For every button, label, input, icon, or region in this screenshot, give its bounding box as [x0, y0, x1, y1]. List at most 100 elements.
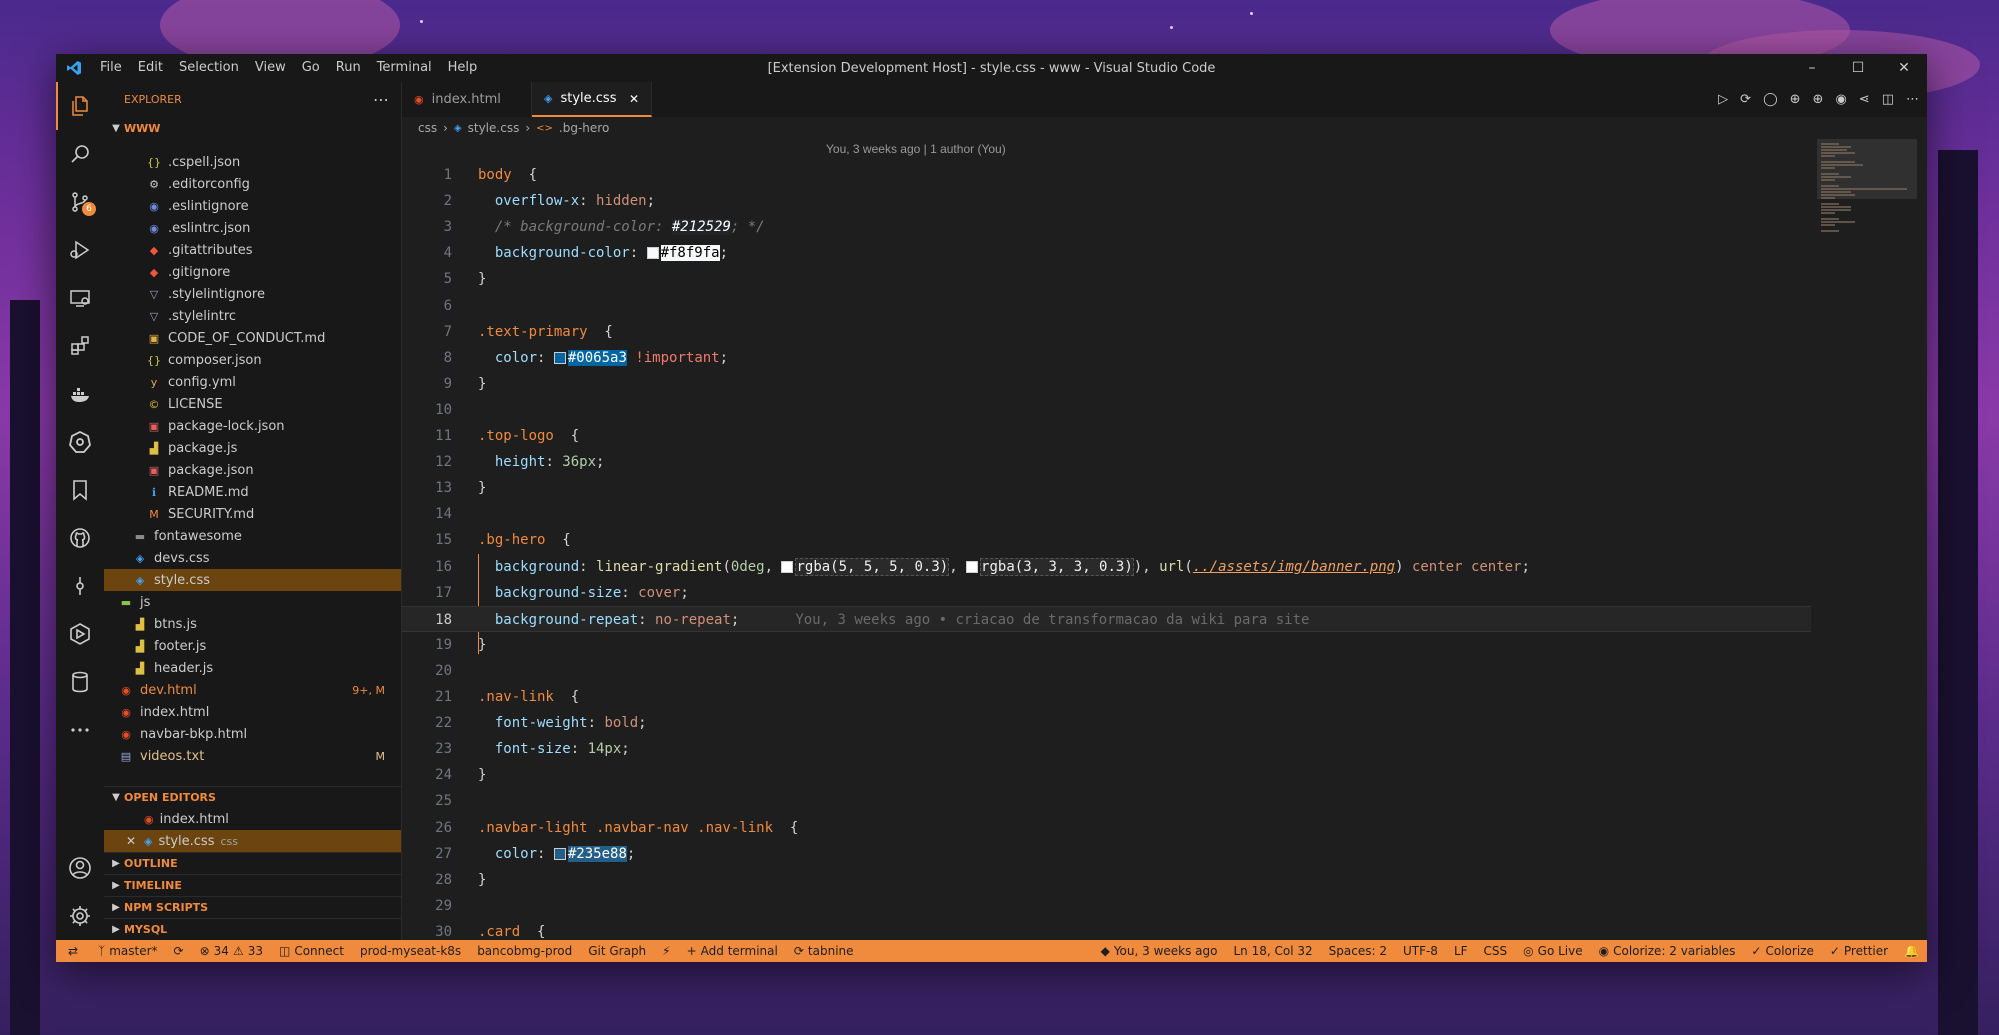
sync-status[interactable]: ⟳	[166, 944, 192, 958]
github-icon[interactable]	[56, 514, 104, 562]
file-tree-item[interactable]: ◈ devs.css	[104, 547, 401, 569]
menu-selection[interactable]: Selection	[171, 54, 247, 82]
file-tree-item[interactable]: ▽ .stylelintignore	[104, 283, 401, 305]
open-editors-header[interactable]: ▼ OPEN EDITORS	[104, 786, 401, 808]
menu-terminal[interactable]: Terminal	[369, 54, 440, 82]
kubernetes-icon[interactable]	[56, 418, 104, 466]
source-control-icon[interactable]: 6	[56, 178, 104, 226]
open-editor-item[interactable]: ✕ ◈ style.css css	[104, 830, 401, 852]
bookmarks-icon[interactable]	[56, 466, 104, 514]
file-tree-item[interactable]: ▤ videos.txt M	[104, 745, 401, 767]
code-line[interactable]: 9}	[402, 371, 1811, 397]
run-debug-icon[interactable]	[56, 226, 104, 274]
minimize-button[interactable]: –	[1789, 54, 1835, 82]
colorize-vars[interactable]: ◉ Colorize: 2 variables	[1591, 944, 1744, 958]
file-tree-item[interactable]: ▣ package-lock.json	[104, 415, 401, 437]
file-tree-item[interactable]: ◉ .eslintrc.json	[104, 217, 401, 239]
cloud-project[interactable]: bancobmg-prod	[469, 944, 580, 958]
code-line[interactable]: 5}	[402, 266, 1811, 292]
lightning-status[interactable]: ⚡	[654, 944, 678, 958]
code-line[interactable]: 17 background-size: cover;	[402, 580, 1811, 606]
code-line[interactable]: 11 .top-logo {	[402, 423, 1811, 449]
docker-icon[interactable]	[56, 370, 104, 418]
file-tree-item[interactable]: ▽ .stylelintrc	[104, 305, 401, 327]
go-live[interactable]: ◎ Go Live	[1515, 944, 1590, 958]
encoding[interactable]: UTF-8	[1395, 944, 1446, 958]
code-line[interactable]: 13}	[402, 475, 1811, 501]
code-line[interactable]: 22 font-weight: bold;	[402, 710, 1811, 736]
code-line[interactable]: 6	[402, 293, 1811, 319]
file-tree-item[interactable]: ▣ package.json	[104, 459, 401, 481]
code-line[interactable]: 20	[402, 658, 1811, 684]
tab-style-css[interactable]: ◈ style.css ✕	[532, 82, 652, 117]
code-line[interactable]: 12 height: 36px;	[402, 449, 1811, 475]
add-terminal[interactable]: + Add terminal	[679, 944, 786, 958]
file-tree-item[interactable]: ▟ header.js	[104, 657, 401, 679]
settings-gear-icon[interactable]	[56, 892, 104, 940]
code-line[interactable]: 3 /* background-color: #212529; */	[402, 214, 1811, 240]
open-changes-icon[interactable]: ⟳	[1740, 92, 1751, 107]
file-tree-item[interactable]: ▬ fontawesome	[104, 525, 401, 547]
account-icon[interactable]	[56, 844, 104, 892]
notifications[interactable]: 🔔	[1896, 944, 1927, 958]
section-outline[interactable]: ▶ OUTLINE	[104, 852, 401, 874]
file-tree-item[interactable]: ◉ dev.html 9+, M	[104, 679, 401, 701]
minimap-slider[interactable]	[1817, 139, 1917, 199]
menu-view[interactable]: View	[247, 54, 294, 82]
code-line[interactable]: 29	[402, 893, 1811, 919]
file-tree-item[interactable]: ◆ .gitattributes	[104, 239, 401, 261]
code-line[interactable]: 19}	[402, 632, 1811, 658]
close-tab-icon[interactable]: ✕	[629, 92, 639, 106]
file-tree-item[interactable]: ◈ style.css	[104, 569, 401, 591]
file-tree-item[interactable]: ⚙ .editorconfig	[104, 173, 401, 195]
file-tree-item[interactable]: ▣ CODE_OF_CONDUCT.md	[104, 327, 401, 349]
menu-run[interactable]: Run	[328, 54, 369, 82]
run-icon[interactable]: ▷	[1718, 92, 1728, 107]
open-editor-item[interactable]: ◉ index.html	[104, 808, 401, 830]
code-line[interactable]: 4 background-color: #f8f9fa;	[402, 240, 1811, 266]
file-tree-item[interactable]: ◉ navbar-bkp.html	[104, 723, 401, 745]
color-swatch-icon[interactable]	[781, 560, 794, 573]
colorize[interactable]: ✓ Colorize	[1743, 944, 1821, 958]
blame-status[interactable]: ◆ You, 3 weeks ago	[1093, 944, 1226, 958]
code-editor[interactable]: You, 3 weeks ago | 1 author (You) 1 body …	[402, 139, 1927, 940]
code-line[interactable]: 14	[402, 501, 1811, 527]
menu-help[interactable]: Help	[440, 54, 486, 82]
file-tree-item[interactable]: ◆ .gitignore	[104, 261, 401, 283]
git-graph-status[interactable]: Git Graph	[580, 944, 654, 958]
menu-go[interactable]: Go	[294, 54, 328, 82]
previous-commit-icon[interactable]: ⊕	[1790, 92, 1801, 107]
file-tree-item[interactable]: ▬ js	[104, 591, 401, 613]
file-tree-item[interactable]: ▟ footer.js	[104, 635, 401, 657]
file-tree-item[interactable]: y config.yml	[104, 371, 401, 393]
code-line[interactable]: 28}	[402, 867, 1811, 893]
code-line[interactable]: 10	[402, 397, 1811, 423]
problems-status[interactable]: ⊗ 34 ⚠ 33	[192, 944, 271, 958]
code-line[interactable]: 18 background-repeat: no-repeat; You, 3 w…	[402, 605, 1811, 632]
vertical-scrollbar[interactable]	[1917, 139, 1927, 940]
code-line[interactable]: 21 .nav-link {	[402, 684, 1811, 710]
cursor-position[interactable]: Ln 18, Col 32	[1225, 944, 1320, 958]
indentation[interactable]: Spaces: 2	[1321, 944, 1395, 958]
code-line[interactable]: 7 .text-primary {	[402, 319, 1811, 345]
menu-file[interactable]: File	[92, 54, 130, 82]
menu-edit[interactable]: Edit	[130, 54, 171, 82]
file-tree-item[interactable]: ℹ README.md	[104, 481, 401, 503]
prettier[interactable]: ✓ Prettier	[1822, 944, 1896, 958]
file-tree-item[interactable]: {} composer.json	[104, 349, 401, 371]
remote-indicator[interactable]: ⇄	[56, 944, 90, 958]
code-line[interactable]: 16 background: linear-gradient(0deg, rgb…	[402, 554, 1811, 580]
more-actions-icon[interactable]: ⋯	[1906, 92, 1919, 107]
branch-icon[interactable]: ⋖	[1859, 92, 1870, 107]
search-icon[interactable]	[56, 130, 104, 178]
section-npm-scripts[interactable]: ▶ NPM SCRIPTS	[104, 896, 401, 918]
explorer-icon[interactable]	[56, 82, 104, 130]
file-tree-item[interactable]: ▟ btns.js	[104, 613, 401, 635]
code-line[interactable]: 1 body {	[402, 162, 1811, 188]
code-line[interactable]: 26 .navbar-light .navbar-nav .nav-link {	[402, 815, 1811, 841]
views-more-actions-icon[interactable]: ⋯	[373, 90, 389, 109]
close-window-button[interactable]: ✕	[1881, 54, 1927, 82]
git-compare-icon[interactable]: ◯	[1763, 92, 1778, 107]
file-tree-item[interactable]: ◉ index.html	[104, 701, 401, 723]
color-swatch-icon[interactable]	[966, 560, 979, 573]
